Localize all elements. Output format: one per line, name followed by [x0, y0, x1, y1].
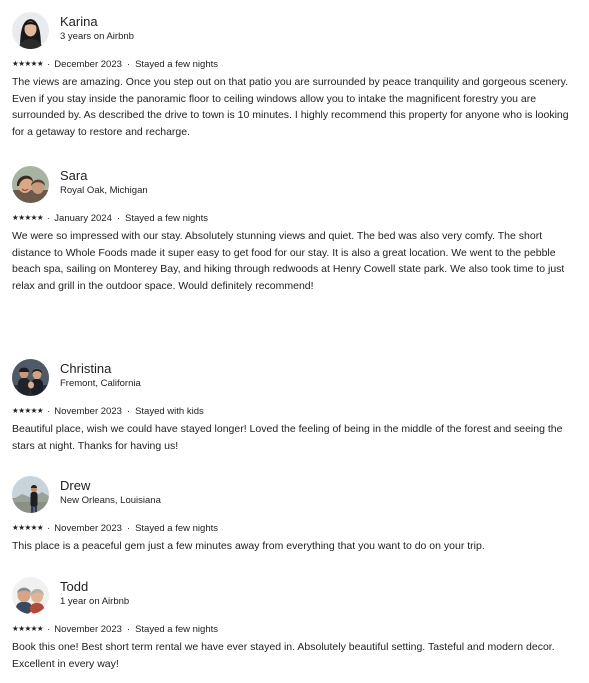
star-rating: ★★★★★	[12, 213, 44, 222]
reviewer-avatar[interactable]	[12, 166, 49, 203]
review-text: The views are amazing. Once you step out…	[12, 76, 569, 138]
reviewer-subtitle: 3 years on Airbnb	[60, 31, 134, 42]
review-meta: ★★★★★ · November 2023 · Stayed with kids	[12, 406, 204, 417]
stay-type: Stayed a few nights	[135, 59, 218, 70]
reviewer-avatar[interactable]	[12, 359, 49, 396]
couple-photo-icon	[12, 577, 49, 614]
reviewer-avatar[interactable]	[12, 476, 49, 513]
stay-type: Stayed with kids	[135, 406, 204, 417]
star-rating: ★★★★★	[12, 624, 44, 633]
review-meta: ★★★★★ · December 2023 · Stayed a few nights	[12, 59, 218, 70]
reviewer-name[interactable]: Karina	[60, 14, 98, 30]
star-rating: ★★★★★	[12, 59, 44, 68]
stay-type: Stayed a few nights	[135, 523, 218, 534]
reviewer-subtitle: 1 year on Airbnb	[60, 596, 130, 607]
star-rating: ★★★★★	[12, 406, 44, 415]
review-meta: ★★★★★ · January 2024 · Stayed a few nights	[12, 213, 208, 224]
reviewer-avatar[interactable]	[12, 577, 49, 614]
review-date: November 2023	[54, 624, 122, 635]
person-landscape-photo-icon	[12, 476, 49, 513]
review-date: January 2024	[54, 213, 112, 224]
review-text: This place is a peaceful gem just a few …	[12, 540, 485, 552]
reviewer-name[interactable]: Christina	[60, 361, 111, 377]
couple-selfie-photo-icon	[12, 166, 49, 203]
review-meta: ★★★★★ · November 2023 · Stayed a few nights	[12, 624, 218, 635]
review-date: November 2023	[54, 523, 122, 534]
review-text: Beautiful place, wish we could have stay…	[12, 423, 563, 452]
review-meta: ★★★★★ · November 2023 · Stayed a few nights	[12, 523, 218, 534]
star-rating: ★★★★★	[12, 523, 44, 532]
reviewer-name[interactable]: Todd	[60, 579, 88, 595]
reviewer-name[interactable]: Sara	[60, 168, 87, 184]
stay-type: Stayed a few nights	[135, 624, 218, 635]
family-photo-icon	[12, 359, 49, 396]
review-date: November 2023	[54, 406, 122, 417]
reviewer-subtitle: New Orleans, Louisiana	[60, 495, 161, 506]
review-text: Book this one! Best short term rental we…	[12, 641, 555, 670]
woman-portrait-photo-icon	[12, 12, 49, 49]
reviewer-name[interactable]: Drew	[60, 478, 90, 494]
review-date: December 2023	[54, 59, 122, 70]
review-text: We were so impressed with our stay. Abso…	[12, 230, 565, 292]
reviewer-subtitle: Fremont, California	[60, 378, 141, 389]
reviewer-avatar[interactable]	[12, 12, 49, 49]
reviewer-subtitle: Royal Oak, Michigan	[60, 185, 148, 196]
stay-type: Stayed a few nights	[125, 213, 208, 224]
